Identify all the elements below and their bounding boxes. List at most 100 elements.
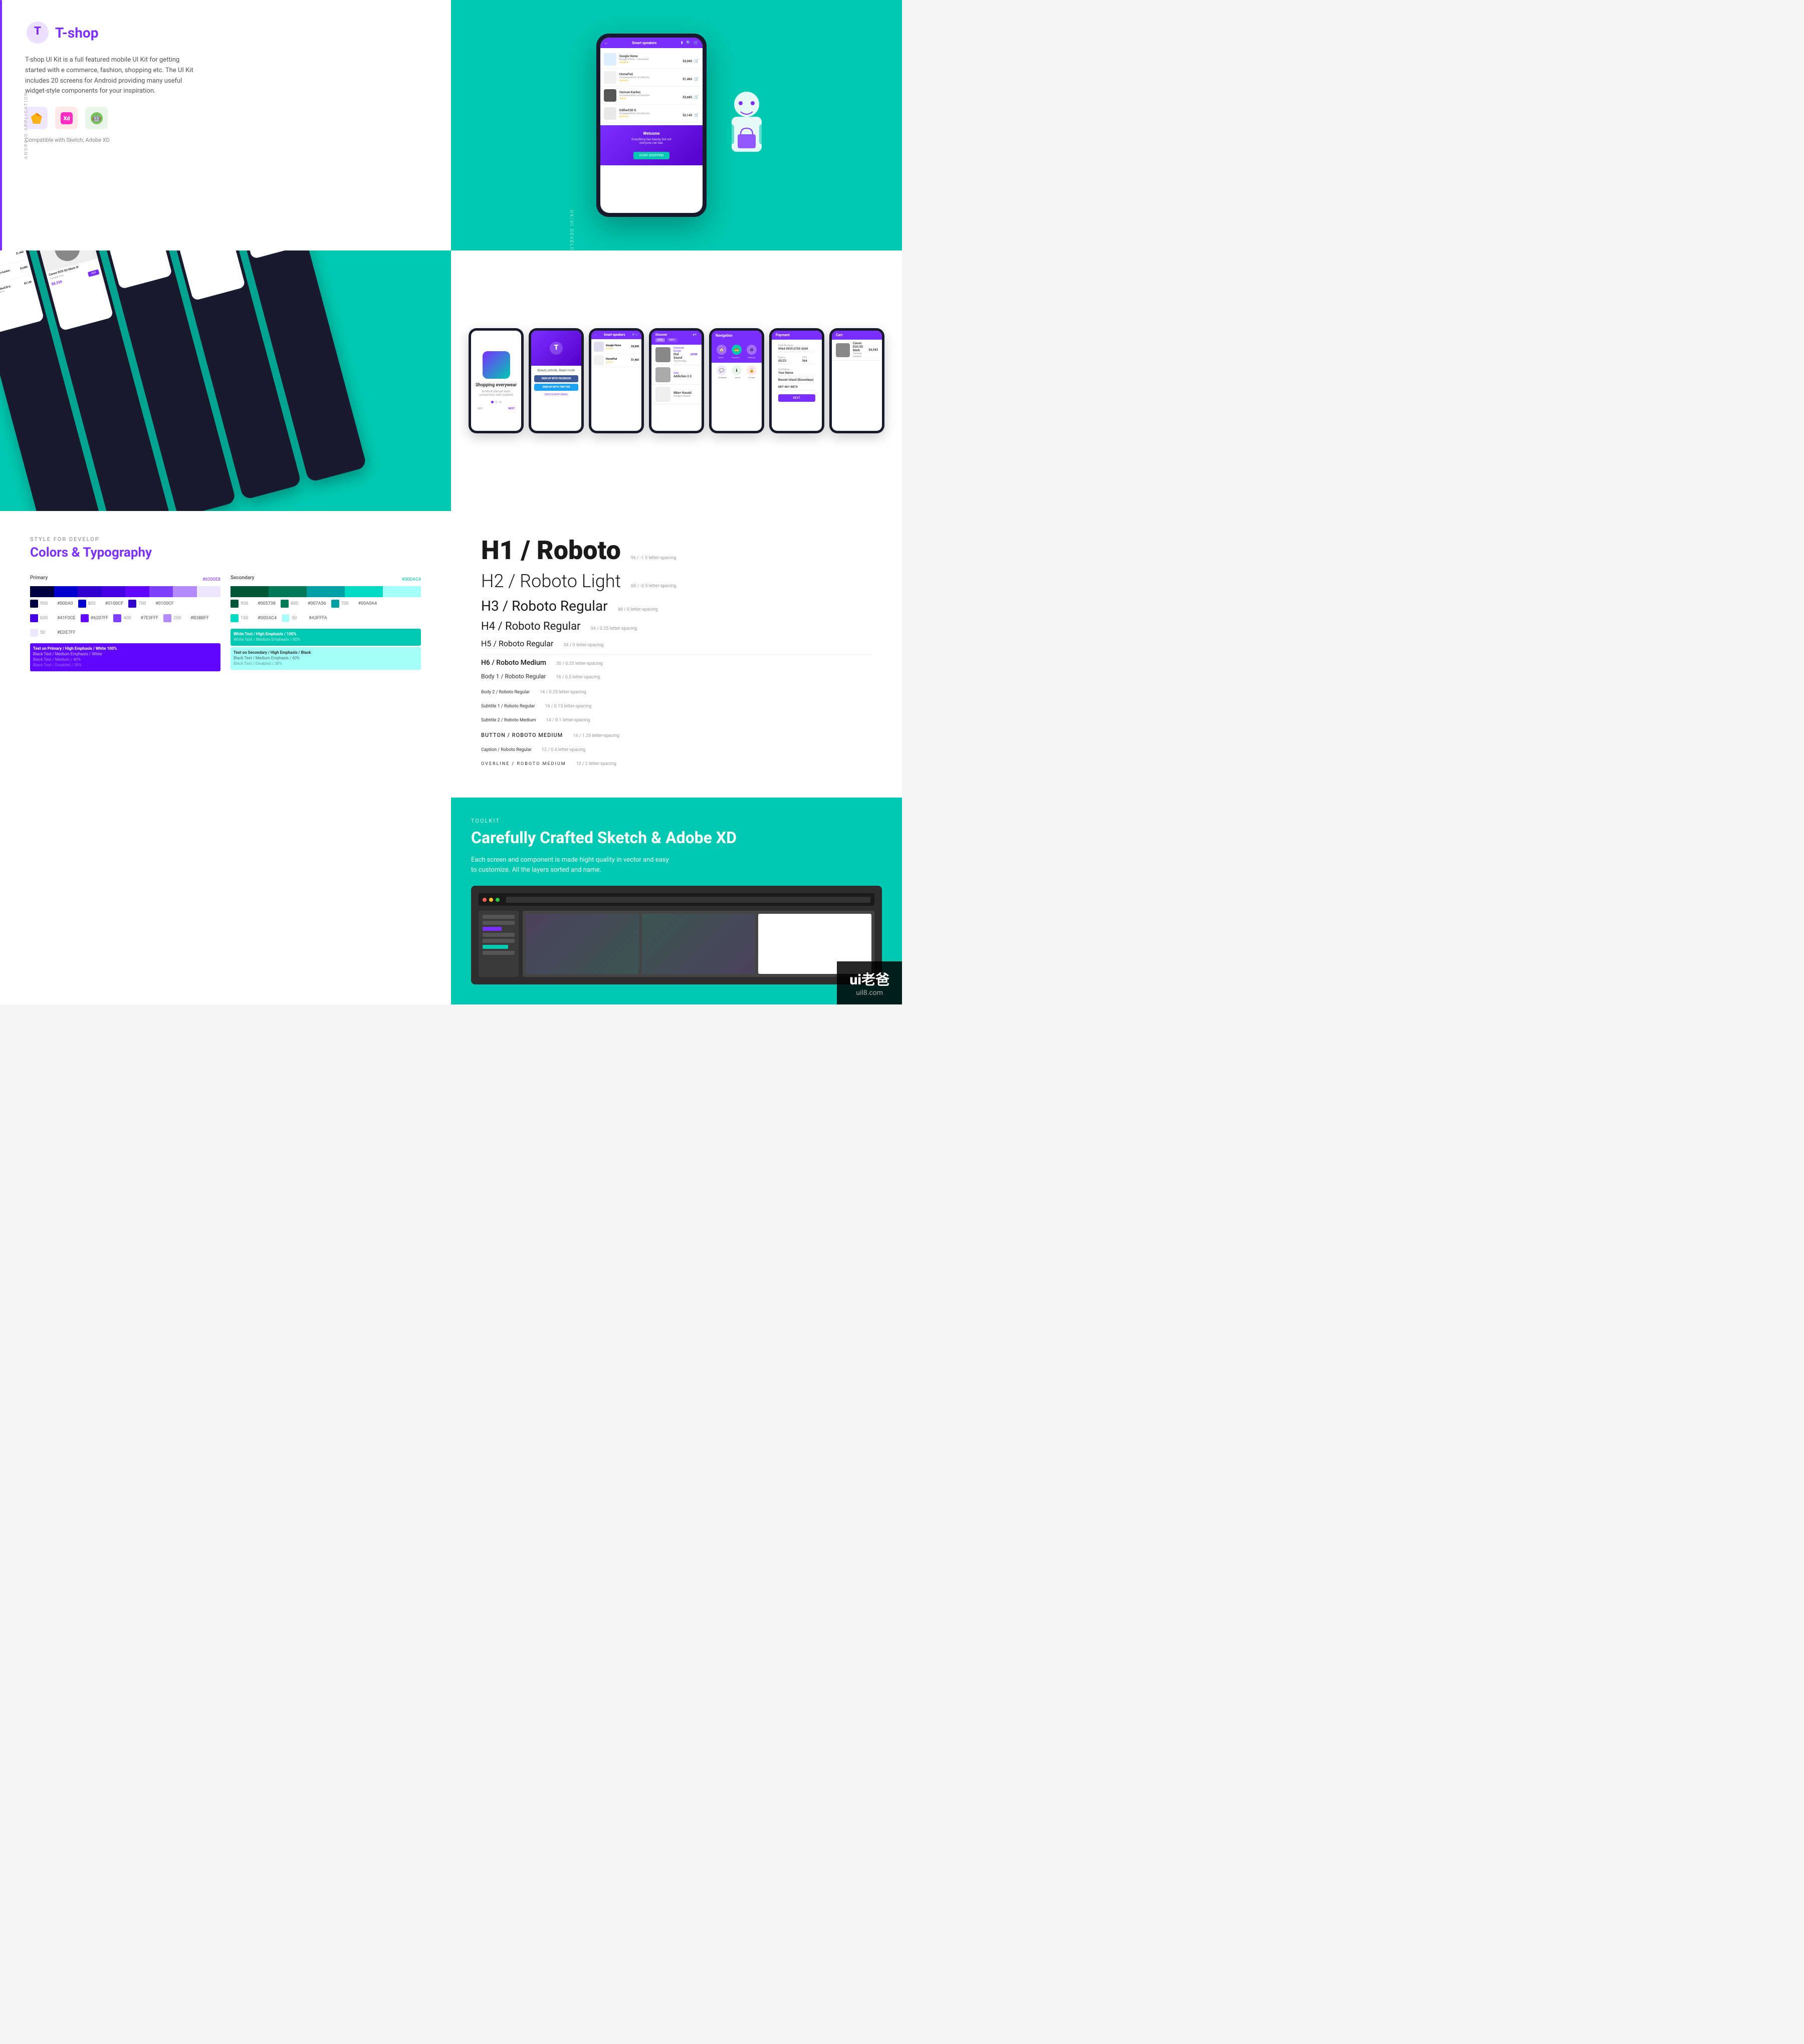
- cart-name-1: Canon EOS 5D Mark: [853, 342, 865, 352]
- cart-header: Cart: [832, 331, 882, 340]
- product-name-1: Google Home: [619, 55, 680, 58]
- email-link-2[interactable]: SIGN IN WITH EMAIL: [534, 393, 578, 396]
- disc-more-1[interactable]: MORE: [691, 353, 698, 356]
- nav-payment-label: Payment: [732, 356, 740, 359]
- card-value: 9964 9935 0755 4269: [778, 347, 815, 352]
- caption-sample: Caption / Roboto Regular: [481, 747, 532, 752]
- nav-privacy-label: Privacy: [749, 376, 755, 379]
- row2: Smart speakers Google Home★★★★ $3,045 Ho…: [0, 250, 902, 511]
- color-50: 50 #EDE7FF: [30, 629, 76, 637]
- disc-sub-1: Technology: [673, 360, 688, 363]
- start-shopping-btn[interactable]: START SHOPPING: [633, 152, 670, 159]
- text-primary-med: Black Text / Medium Emphasis / White: [33, 652, 217, 656]
- nav-payment-icon[interactable]: 💳: [732, 345, 742, 355]
- nav-icon-row-1: 🏠 💳 ⚙: [714, 345, 759, 355]
- adobe-mockup: [471, 886, 882, 984]
- tab-grid[interactable]: GRID: [655, 338, 665, 342]
- button-sample: BUTTON / ROBOTO MEDIUM: [481, 732, 563, 738]
- add-to-cart-3[interactable]: 🛒: [694, 95, 699, 99]
- smart-speakers-phone: ← Smart speakers 🔍🛒 Google Home★★★★ $3,0…: [589, 328, 644, 433]
- nav-settings-icon[interactable]: ⚙: [747, 345, 757, 355]
- h5-spec: 34 / 0 letter-spacing: [563, 643, 643, 648]
- product-img-1: [604, 53, 616, 66]
- cart-info-1: Canon EOS 5D Mark Camera created: [853, 342, 865, 358]
- body1-spec: 16 / 0.5 letter-spacing: [556, 675, 636, 680]
- address-field: Bouvet Island (Bouvetøya): [778, 378, 815, 383]
- sidebar-item-6: [483, 945, 508, 949]
- next-btn[interactable]: NEXT: [508, 407, 515, 410]
- sidebar-item-1: [483, 915, 515, 919]
- h4-spec: 34 / 0.25 letter-spacing: [591, 626, 671, 631]
- caption-row: Caption / Roboto Regular 12 / 0.4 letter…: [481, 747, 872, 755]
- add-to-cart-4[interactable]: 🛒: [694, 113, 699, 117]
- divider-h5: [481, 654, 872, 655]
- typography-section: H1 / Roboto 96 / -1.5 letter-spacing H2 …: [451, 511, 902, 798]
- payment-btn[interactable]: NEXT: [778, 394, 815, 402]
- ss-title: Smart speakers: [604, 333, 625, 337]
- body1-row: Body 1 / Roboto Regular 16 / 0.5 letter-…: [481, 673, 872, 684]
- h1-spec: 96 / -1.5 letter-spacing: [631, 556, 711, 561]
- product-stars-3: ★★★: [619, 97, 680, 100]
- dot-1: [491, 401, 494, 403]
- exp-cvv-row: Expiry 05/23 CVV 364: [774, 354, 819, 366]
- cvv-field: CVV 364: [802, 356, 816, 364]
- watermark-main: ui老爸: [849, 969, 889, 989]
- shop-nav: SKIP NEXT: [475, 407, 517, 410]
- tab-next[interactable]: NEXT: [667, 338, 678, 342]
- disc-cat-1: Industrial Design: [673, 347, 688, 353]
- body2-sample: Body 2 / Roboto Regular: [481, 690, 530, 695]
- shopping-phone: Shopping everywear Incidunt placeat iust…: [469, 328, 524, 433]
- color-700: 700 #0100CF: [128, 600, 174, 608]
- add-to-cart-2[interactable]: 🛒: [694, 77, 699, 81]
- product-item-4: EdifierE30-S Ut praesuntium sit laborum.…: [600, 105, 703, 123]
- swatch-400: [149, 586, 173, 597]
- discover-phone: Discover ⬆🔍 GRID NEXT Industrial Desi: [649, 328, 704, 433]
- svg-text:🤖: 🤖: [92, 114, 101, 122]
- nav-about-icon[interactable]: ℹ: [732, 365, 742, 375]
- sidebar-item-7: [483, 951, 515, 955]
- payment-screen: Payment Card Number 9964 9935 0755 4269 …: [772, 331, 822, 431]
- tool-icons-row: Xd 🤖: [25, 107, 426, 129]
- phone-search-icon: 🔍: [686, 41, 691, 45]
- nav-home-icon[interactable]: 🏠: [717, 345, 727, 355]
- nav-feedback-icon[interactable]: 💬: [717, 365, 727, 375]
- disc-img-1: [655, 347, 670, 362]
- h6-row: H6 / Roboto Medium 20 / 0.25 letter-spac…: [481, 659, 872, 667]
- brand-name: T-shop: [55, 25, 98, 41]
- discover-title: Discover: [655, 333, 667, 337]
- nav-privacy-icon[interactable]: 🔒: [747, 365, 757, 375]
- watermark-sub: uil8.com: [856, 989, 883, 997]
- row3: STYLE FOR DEVELOP Colors & Typography Pr…: [0, 511, 902, 1004]
- vertical-label-right: UX/UI DEVELOPMENT: [569, 210, 574, 272]
- hero-illustration: [717, 84, 777, 164]
- cart-img-1: [836, 343, 850, 357]
- skip-btn[interactable]: SKIP: [478, 407, 483, 410]
- shop-dots: [491, 401, 502, 403]
- sub2-sample: Subtitle 2 / Roboto Medium: [481, 718, 536, 723]
- secondary-hex: #00DAC4: [402, 577, 421, 582]
- sec-color-50: 50 #A3FFFA: [282, 614, 327, 622]
- disc-img-3: [655, 387, 670, 402]
- disc-name-2: Addiction 2.0: [673, 375, 698, 378]
- product-name-2: HomePod: [619, 73, 680, 76]
- h4-sample: H4 / Roboto Regular: [481, 620, 581, 633]
- product-price-1: $3,045 🛒: [683, 55, 699, 64]
- tw-btn-2[interactable]: SIGN UP WITH TWITTER: [534, 384, 578, 391]
- brand-description: T-shop UI Kit is a full featured mobile …: [25, 55, 200, 97]
- disc-img-2: [655, 367, 670, 382]
- add-to-cart-1[interactable]: 🛒: [694, 59, 699, 63]
- shopping-screen: Shopping everywear Incidunt placeat iust…: [471, 331, 521, 431]
- brand-section: ANDROID APPLICATION T T-shop T-shop UI K…: [0, 0, 451, 250]
- swatch-900: [30, 586, 54, 597]
- sidebar-item-2: [483, 921, 515, 925]
- nav-labels-row-1: Home Payment Settings: [714, 356, 759, 359]
- cvv-value: 364: [802, 359, 816, 364]
- sidebar-item-4: [483, 933, 515, 937]
- ss-back[interactable]: ←: [594, 334, 597, 337]
- fb-btn-2[interactable]: SIGN UP WITH FACEBOOK: [534, 375, 578, 382]
- product-info-1: Google Home Google Home · Connected ★★★★: [619, 55, 680, 64]
- sec-color-150: 150 #00DAC4: [231, 614, 277, 622]
- ss-icons: 🔍🛒: [632, 334, 638, 337]
- close-dot: [483, 898, 487, 902]
- h2-spec: 60 / -0.5 letter-spacing: [631, 584, 711, 589]
